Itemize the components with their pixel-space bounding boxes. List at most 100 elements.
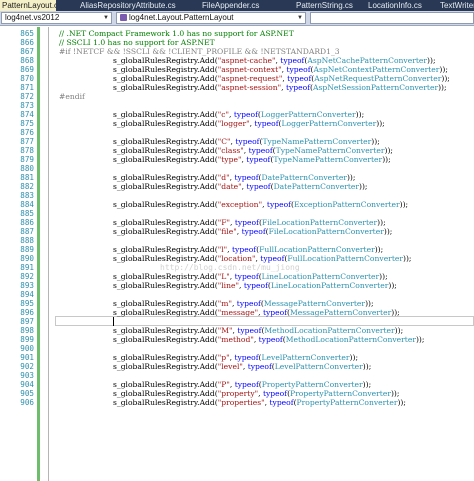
code-line[interactable]: s_globalRulesRegistry.Add("date", typeof… bbox=[113, 182, 367, 191]
code-token: s_globalRulesRegistry.Add( bbox=[113, 74, 218, 83]
line-number: 878 bbox=[20, 146, 34, 155]
tab-label: PatternLayout.cs bbox=[2, 1, 56, 10]
code-line[interactable]: s_globalRulesRegistry.Add("message", typ… bbox=[113, 308, 400, 317]
code-token: s_globalRulesRegistry.Add( bbox=[113, 335, 218, 344]
code-line[interactable]: s_globalRulesRegistry.Add("L", typeof(Li… bbox=[113, 272, 388, 281]
code-token: typeof bbox=[236, 299, 261, 308]
code-token: #if !NETCF && !SSCLI && !CLIENT_PROFILE … bbox=[59, 47, 340, 56]
member-dropdown[interactable] bbox=[310, 12, 474, 24]
code-line[interactable]: s_globalRulesRegistry.Add("logger", type… bbox=[113, 119, 385, 128]
code-token: LineLocationPatternConverter bbox=[261, 272, 380, 281]
code-token: FileLocationPatternConverter bbox=[268, 227, 384, 236]
code-line[interactable]: s_globalRulesRegistry.Add("P", typeof(Pr… bbox=[113, 380, 371, 389]
code-token: s_globalRulesRegistry.Add( bbox=[113, 56, 218, 65]
code-token: typeof bbox=[241, 227, 266, 236]
code-line[interactable]: s_globalRulesRegistry.Add("file", typeof… bbox=[113, 227, 392, 236]
code-line[interactable]: s_globalRulesRegistry.Add("d", typeof(Da… bbox=[113, 173, 355, 182]
code-token: s_globalRulesRegistry.Add( bbox=[113, 326, 218, 335]
tab-textwritera[interactable]: TextWriterA bbox=[440, 0, 474, 11]
line-number: 903 bbox=[20, 371, 34, 380]
code-line[interactable]: s_globalRulesRegistry.Add("aspnet-reques… bbox=[113, 74, 450, 83]
type-dropdown[interactable]: log4net.Layout.PatternLayout ▼ bbox=[116, 12, 306, 24]
code-token: "aspnet-request" bbox=[217, 74, 283, 83]
code-token: s_globalRulesRegistry.Add( bbox=[113, 173, 218, 182]
code-token: )); bbox=[403, 254, 412, 263]
line-number: 870 bbox=[20, 74, 34, 83]
tab-label: FileAppender.cs bbox=[202, 1, 260, 10]
code-line[interactable]: s_globalRulesRegistry.Add("M", typeof(Me… bbox=[113, 326, 403, 335]
chevron-down-icon[interactable]: ▼ bbox=[103, 13, 109, 23]
code-line[interactable]: s_globalRulesRegistry.Add("method", type… bbox=[113, 335, 424, 344]
code-line[interactable]: s_globalRulesRegistry.Add("m", typeof(Me… bbox=[113, 299, 374, 308]
code-token: typeof bbox=[246, 155, 271, 164]
code-token: )); bbox=[397, 398, 406, 407]
code-token: )); bbox=[441, 74, 450, 83]
code-token: "exception" bbox=[217, 200, 263, 209]
outlining-margin bbox=[44, 27, 54, 481]
code-token: )); bbox=[383, 227, 393, 236]
code-line[interactable]: s_globalRulesRegistry.Add("aspnet-contex… bbox=[113, 65, 448, 74]
line-number: 884 bbox=[20, 200, 34, 209]
tab-locationinfo[interactable]: LocationInfo.cs bbox=[368, 0, 434, 11]
code-token: s_globalRulesRegistry.Add( bbox=[113, 182, 218, 191]
class-icon bbox=[120, 14, 127, 21]
line-number: 871 bbox=[20, 83, 34, 92]
code-token: s_globalRulesRegistry.Add( bbox=[113, 83, 218, 92]
code-token: )); bbox=[391, 308, 400, 317]
code-line[interactable]: s_globalRulesRegistry.Add("p", typeof(Le… bbox=[113, 353, 358, 362]
code-token: "aspnet-session" bbox=[217, 83, 282, 92]
code-line[interactable]: s_globalRulesRegistry.Add("aspnet-cache"… bbox=[113, 56, 436, 65]
chevron-down-icon[interactable]: ▼ bbox=[297, 13, 303, 23]
code-editor[interactable]: 865 866 867 868 869 870 871 872 873 874 875 876 877 8… bbox=[0, 27, 474, 481]
line-number: 885 bbox=[20, 209, 34, 218]
code-line[interactable]: s_globalRulesRegistry.Add("C", typeof(Ty… bbox=[113, 137, 380, 146]
code-token: typeof bbox=[286, 65, 311, 74]
code-line[interactable]: s_globalRulesRegistry.Add("l", typeof(Fu… bbox=[113, 245, 383, 254]
code-token: typeof bbox=[234, 380, 259, 389]
line-number: 906 bbox=[20, 398, 34, 407]
code-token: "property" bbox=[217, 389, 259, 398]
code-token: FullLocationPatternConverter bbox=[287, 254, 403, 263]
code-line[interactable]: s_globalRulesRegistry.Add("properties", … bbox=[113, 398, 406, 407]
code-token: PropertyPatternConverter bbox=[261, 380, 363, 389]
code-token: )); bbox=[374, 245, 384, 254]
code-token: typeof bbox=[254, 119, 279, 128]
line-number: 868 bbox=[20, 56, 34, 65]
tab-patternstring[interactable]: PatternString.cs bbox=[296, 0, 362, 11]
code-token: "date" bbox=[217, 182, 242, 191]
code-token: LineLocationPatternConverter bbox=[270, 281, 389, 290]
code-line[interactable]: s_globalRulesRegistry.Add("line", typeof… bbox=[113, 281, 397, 290]
tab-patternlayout[interactable]: PatternLayout.cs× bbox=[0, 0, 56, 11]
tab-aliasrepositoryattribute[interactable]: AliasRepositoryAttribute.cs bbox=[80, 0, 192, 11]
code-token: LevelPatternConverter bbox=[261, 353, 350, 362]
code-token: s_globalRulesRegistry.Add( bbox=[113, 137, 218, 146]
code-line[interactable]: s_globalRulesRegistry.Add("class", typeo… bbox=[113, 146, 393, 155]
code-line[interactable]: s_globalRulesRegistry.Add("c", typeof(Lo… bbox=[113, 110, 364, 119]
code-line[interactable]: s_globalRulesRegistry.Add("aspnet-sessio… bbox=[113, 83, 447, 92]
code-token: )); bbox=[438, 83, 447, 92]
code-token: )); bbox=[415, 335, 425, 344]
code-token: s_globalRulesRegistry.Add( bbox=[113, 218, 218, 227]
line-number: 894 bbox=[20, 290, 34, 299]
code-token: LoggerPatternConverter bbox=[260, 110, 356, 119]
watermark: http://blog.csdn.net/mu_jiong bbox=[160, 263, 300, 272]
project-dropdown[interactable]: log4net.vs2012 ▼ bbox=[1, 12, 112, 24]
code-line[interactable]: s_globalRulesRegistry.Add("level", typeo… bbox=[113, 362, 371, 371]
code-line[interactable]: #endif bbox=[59, 92, 85, 101]
code-line[interactable]: #if !NETCF && !SSCLI && !CLIENT_PROFILE … bbox=[59, 47, 340, 56]
code-line[interactable]: // SSCLI 1.0 has no support for ASP.NET bbox=[59, 38, 215, 47]
code-line[interactable]: s_globalRulesRegistry.Add("exception", t… bbox=[113, 200, 408, 209]
code-line[interactable]: s_globalRulesRegistry.Add("property", ty… bbox=[113, 389, 399, 398]
code-token: "level" bbox=[217, 362, 243, 371]
code-line[interactable]: // .NET Compact Framework 1.0 has no sup… bbox=[59, 29, 294, 38]
tab-fileappender[interactable]: FileAppender.cs bbox=[202, 0, 272, 11]
code-area[interactable]: // .NET Compact Framework 1.0 has no sup… bbox=[57, 27, 474, 481]
code-line[interactable]: s_globalRulesRegistry.Add("F", typeof(Fi… bbox=[113, 218, 386, 227]
code-token: typeof bbox=[234, 353, 259, 362]
code-token: "logger" bbox=[217, 119, 250, 128]
code-token: )); bbox=[365, 299, 374, 308]
code-line[interactable]: s_globalRulesRegistry.Add("type", typeof… bbox=[113, 155, 391, 164]
code-token: s_globalRulesRegistry.Add( bbox=[113, 398, 218, 407]
code-line[interactable]: s_globalRulesRegistry.Add("location", ty… bbox=[113, 254, 411, 263]
line-number: 872 bbox=[20, 92, 34, 101]
